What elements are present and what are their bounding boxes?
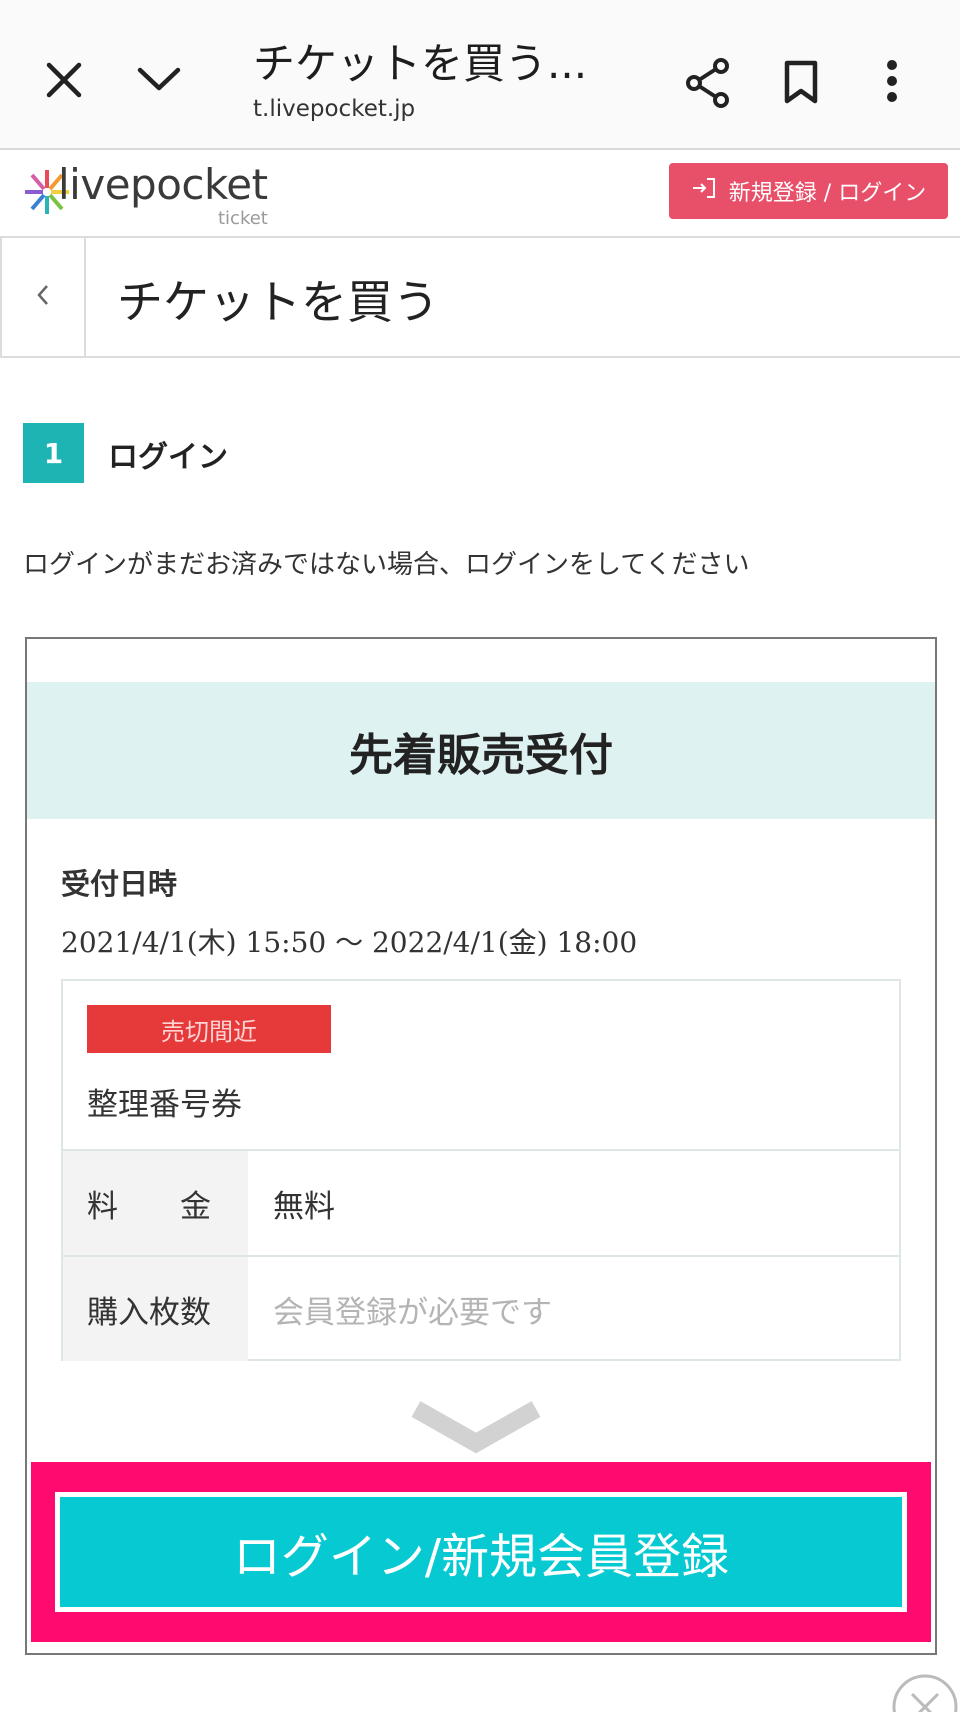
almost-sold-out-badge: 売切間近 (87, 1005, 331, 1053)
close-icon[interactable] (44, 60, 84, 104)
quantity-row: 購入枚数 会員登録が必要です (63, 1255, 899, 1361)
chevron-down-icon[interactable] (136, 64, 182, 98)
browser-url: t.livepocket.jp (253, 96, 416, 122)
back-chevron-icon (35, 282, 51, 312)
login-instruction: ログインがまだお済みではない場合、ログインをしてください (23, 550, 750, 580)
cta-highlight-frame: ログイン/新規会員登録 (31, 1462, 931, 1642)
quantity-value: 会員登録が必要です (273, 1294, 552, 1331)
ticket-info-box: 売切間近 整理番号券 料 金 無料 購入枚数 会員登録が必要です (61, 979, 901, 1361)
price-row: 料 金 無料 (63, 1149, 899, 1255)
step-number-badge: 1 (23, 423, 84, 483)
price-label: 料 金 (63, 1151, 248, 1255)
page-title: チケットを買う (117, 275, 439, 329)
ticket-sale-card: 先着販売受付 受付日時 2021/4/1(木) 15:50 〜 2022/4/1… (25, 637, 937, 1655)
back-button[interactable] (0, 238, 86, 356)
page-header: チケットを買う (0, 238, 960, 358)
close-circle-icon[interactable] (890, 1672, 960, 1716)
chevron-down-icon (410, 1399, 542, 1459)
ticket-name: 整理番号券 (87, 1087, 242, 1123)
logo-wordmark: livepocket (58, 160, 268, 209)
reception-dates: 2021/4/1(木) 15:50 〜 2022/4/1(金) 18:00 (61, 926, 638, 959)
sale-type-banner: 先着販売受付 (27, 682, 935, 819)
reception-heading: 受付日時 (61, 867, 178, 901)
login-register-button[interactable]: ログイン/新規会員登録 (55, 1492, 907, 1612)
bookmark-icon[interactable] (783, 60, 819, 108)
browser-page-title: チケットを買う... (253, 39, 588, 88)
register-login-button[interactable]: 新規登録 / ログイン (669, 163, 948, 219)
register-login-label: 新規登録 / ログイン (728, 181, 927, 206)
quantity-label: 購入枚数 (63, 1257, 248, 1361)
browser-toolbar: チケットを買う... t.livepocket.jp (0, 0, 960, 150)
login-icon (691, 176, 717, 206)
site-header: livepocket ticket 新規登録 / ログイン (0, 150, 960, 238)
logo-subtext: ticket (218, 208, 268, 229)
more-vert-icon[interactable] (886, 60, 898, 106)
step-label: ログイン (108, 440, 228, 475)
share-icon[interactable] (685, 58, 731, 112)
price-value: 無料 (273, 1188, 335, 1225)
